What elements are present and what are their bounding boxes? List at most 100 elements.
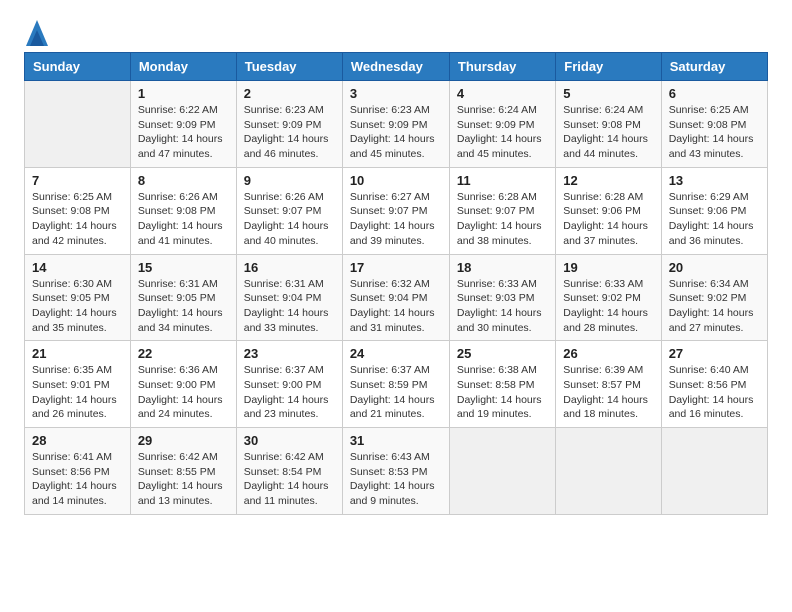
day-info: Sunrise: 6:30 AM Sunset: 9:05 PM Dayligh… [32,277,123,336]
day-number: 28 [32,433,123,448]
day-number: 25 [457,346,548,361]
day-info: Sunrise: 6:34 AM Sunset: 9:02 PM Dayligh… [669,277,760,336]
day-info: Sunrise: 6:36 AM Sunset: 9:00 PM Dayligh… [138,363,229,422]
day-number: 12 [563,173,653,188]
calendar-cell: 28 Sunrise: 6:41 AM Sunset: 8:56 PM Dayli… [25,428,131,515]
day-number: 2 [244,86,335,101]
weekday-header-row: SundayMondayTuesdayWednesdayThursdayFrid… [25,53,768,81]
day-number: 6 [669,86,760,101]
day-info: Sunrise: 6:33 AM Sunset: 9:02 PM Dayligh… [563,277,653,336]
calendar-cell: 2 Sunrise: 6:23 AM Sunset: 9:09 PM Daylig… [236,81,342,168]
calendar-cell: 22 Sunrise: 6:36 AM Sunset: 9:00 PM Dayli… [130,341,236,428]
calendar-cell: 12 Sunrise: 6:28 AM Sunset: 9:06 PM Dayli… [556,167,661,254]
day-number: 15 [138,260,229,275]
day-info: Sunrise: 6:42 AM Sunset: 8:54 PM Dayligh… [244,450,335,509]
calendar-cell: 17 Sunrise: 6:32 AM Sunset: 9:04 PM Dayli… [342,254,449,341]
calendar-cell: 23 Sunrise: 6:37 AM Sunset: 9:00 PM Dayli… [236,341,342,428]
calendar-cell: 4 Sunrise: 6:24 AM Sunset: 9:09 PM Daylig… [449,81,555,168]
day-number: 4 [457,86,548,101]
day-number: 3 [350,86,442,101]
day-info: Sunrise: 6:41 AM Sunset: 8:56 PM Dayligh… [32,450,123,509]
day-info: Sunrise: 6:33 AM Sunset: 9:03 PM Dayligh… [457,277,548,336]
calendar-cell: 15 Sunrise: 6:31 AM Sunset: 9:05 PM Dayli… [130,254,236,341]
day-number: 22 [138,346,229,361]
day-number: 17 [350,260,442,275]
calendar-cell: 13 Sunrise: 6:29 AM Sunset: 9:06 PM Dayli… [661,167,767,254]
calendar-cell: 30 Sunrise: 6:42 AM Sunset: 8:54 PM Dayli… [236,428,342,515]
calendar-cell: 20 Sunrise: 6:34 AM Sunset: 9:02 PM Dayli… [661,254,767,341]
day-info: Sunrise: 6:31 AM Sunset: 9:04 PM Dayligh… [244,277,335,336]
calendar-week-row: 28 Sunrise: 6:41 AM Sunset: 8:56 PM Dayli… [25,428,768,515]
day-number: 7 [32,173,123,188]
calendar-cell [449,428,555,515]
weekday-header-saturday: Saturday [661,53,767,81]
calendar-cell: 27Sunrise: 6:40 AM Sunset: 8:56 PM Dayli… [661,341,767,428]
day-info: Sunrise: 6:43 AM Sunset: 8:53 PM Dayligh… [350,450,442,509]
weekday-header-friday: Friday [556,53,661,81]
weekday-header-wednesday: Wednesday [342,53,449,81]
day-info: Sunrise: 6:31 AM Sunset: 9:05 PM Dayligh… [138,277,229,336]
day-info: Sunrise: 6:37 AM Sunset: 8:59 PM Dayligh… [350,363,442,422]
day-info: Sunrise: 6:25 AM Sunset: 9:08 PM Dayligh… [669,103,760,162]
day-info: Sunrise: 6:24 AM Sunset: 9:09 PM Dayligh… [457,103,548,162]
calendar-cell: 25 Sunrise: 6:38 AM Sunset: 8:58 PM Dayli… [449,341,555,428]
day-number: 18 [457,260,548,275]
calendar-week-row: 14 Sunrise: 6:30 AM Sunset: 9:05 PM Dayli… [25,254,768,341]
calendar-week-row: 21 Sunrise: 6:35 AM Sunset: 9:01 PM Dayli… [25,341,768,428]
page-header [24,20,768,44]
calendar-cell: 7 Sunrise: 6:25 AM Sunset: 9:08 PM Daylig… [25,167,131,254]
logo-icon [26,18,48,48]
calendar-cell: 16Sunrise: 6:31 AM Sunset: 9:04 PM Dayli… [236,254,342,341]
day-number: 20 [669,260,760,275]
calendar-cell: 1 Sunrise: 6:22 AM Sunset: 9:09 PM Daylig… [130,81,236,168]
calendar-cell: 24Sunrise: 6:37 AM Sunset: 8:59 PM Dayli… [342,341,449,428]
day-number: 1 [138,86,229,101]
day-number: 10 [350,173,442,188]
day-info: Sunrise: 6:39 AM Sunset: 8:57 PM Dayligh… [563,363,653,422]
day-number: 31 [350,433,442,448]
day-info: Sunrise: 6:26 AM Sunset: 9:07 PM Dayligh… [244,190,335,249]
weekday-header-thursday: Thursday [449,53,555,81]
logo [24,20,48,44]
calendar-cell: 10Sunrise: 6:27 AM Sunset: 9:07 PM Dayli… [342,167,449,254]
calendar-cell: 11Sunrise: 6:28 AM Sunset: 9:07 PM Dayli… [449,167,555,254]
calendar-table: SundayMondayTuesdayWednesdayThursdayFrid… [24,52,768,515]
day-info: Sunrise: 6:38 AM Sunset: 8:58 PM Dayligh… [457,363,548,422]
day-info: Sunrise: 6:35 AM Sunset: 9:01 PM Dayligh… [32,363,123,422]
day-number: 27 [669,346,760,361]
day-number: 26 [563,346,653,361]
day-info: Sunrise: 6:29 AM Sunset: 9:06 PM Dayligh… [669,190,760,249]
day-info: Sunrise: 6:22 AM Sunset: 9:09 PM Dayligh… [138,103,229,162]
day-info: Sunrise: 6:42 AM Sunset: 8:55 PM Dayligh… [138,450,229,509]
calendar-cell: 3 Sunrise: 6:23 AM Sunset: 9:09 PM Daylig… [342,81,449,168]
day-info: Sunrise: 6:26 AM Sunset: 9:08 PM Dayligh… [138,190,229,249]
day-number: 19 [563,260,653,275]
day-info: Sunrise: 6:25 AM Sunset: 9:08 PM Dayligh… [32,190,123,249]
calendar-cell: 8 Sunrise: 6:26 AM Sunset: 9:08 PM Daylig… [130,167,236,254]
day-info: Sunrise: 6:23 AM Sunset: 9:09 PM Dayligh… [244,103,335,162]
day-number: 23 [244,346,335,361]
day-number: 29 [138,433,229,448]
day-info: Sunrise: 6:24 AM Sunset: 9:08 PM Dayligh… [563,103,653,162]
day-number: 21 [32,346,123,361]
weekday-header-monday: Monday [130,53,236,81]
day-info: Sunrise: 6:28 AM Sunset: 9:06 PM Dayligh… [563,190,653,249]
calendar-cell [661,428,767,515]
calendar-cell: 9Sunrise: 6:26 AM Sunset: 9:07 PM Daylig… [236,167,342,254]
day-info: Sunrise: 6:32 AM Sunset: 9:04 PM Dayligh… [350,277,442,336]
weekday-header-tuesday: Tuesday [236,53,342,81]
day-number: 30 [244,433,335,448]
calendar-cell [556,428,661,515]
calendar-cell: 18 Sunrise: 6:33 AM Sunset: 9:03 PM Dayli… [449,254,555,341]
day-number: 14 [32,260,123,275]
calendar-week-row: 1 Sunrise: 6:22 AM Sunset: 9:09 PM Daylig… [25,81,768,168]
calendar-cell: 6 Sunrise: 6:25 AM Sunset: 9:08 PM Daylig… [661,81,767,168]
calendar-cell: 14 Sunrise: 6:30 AM Sunset: 9:05 PM Dayli… [25,254,131,341]
calendar-cell: 26 Sunrise: 6:39 AM Sunset: 8:57 PM Dayli… [556,341,661,428]
day-number: 13 [669,173,760,188]
weekday-header-sunday: Sunday [25,53,131,81]
day-info: Sunrise: 6:37 AM Sunset: 9:00 PM Dayligh… [244,363,335,422]
day-number: 8 [138,173,229,188]
calendar-cell: 31 Sunrise: 6:43 AM Sunset: 8:53 PM Dayli… [342,428,449,515]
day-info: Sunrise: 6:23 AM Sunset: 9:09 PM Dayligh… [350,103,442,162]
